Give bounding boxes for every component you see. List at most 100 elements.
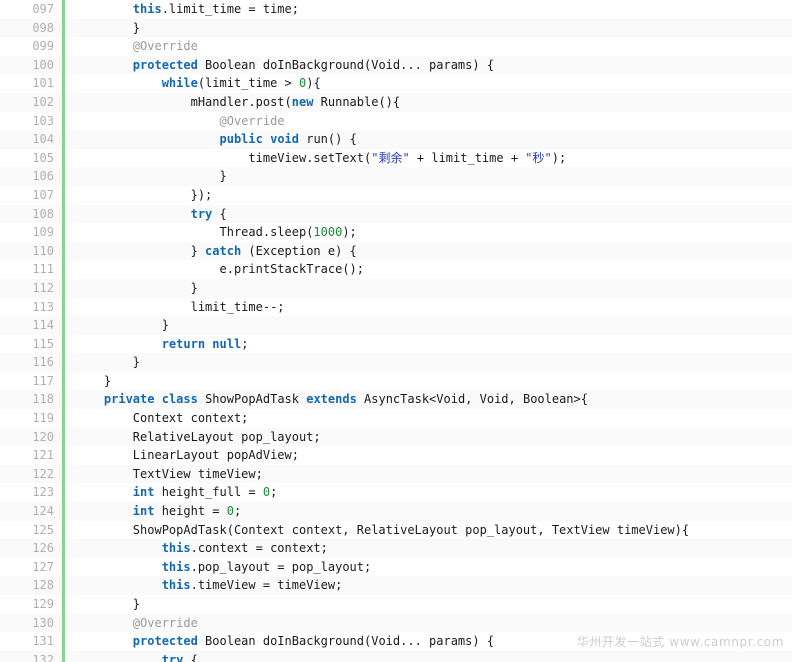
line-content[interactable]: } (63, 316, 792, 335)
token-plain: ShowPopAdTask (197, 392, 307, 407)
token-plain: } (75, 169, 227, 184)
line-number: 112 (0, 278, 65, 298)
token-num: 1000 (313, 225, 343, 240)
line-content[interactable]: protected Boolean doInBackground(Void...… (63, 632, 792, 651)
line-content[interactable]: this.pop_layout = pop_layout; (63, 557, 792, 577)
token-plain: Boolean doInBackground(Void... params) { (197, 57, 495, 72)
token-plain: ShowPopAdTask(Context context, RelativeL… (75, 522, 690, 537)
code-line: 107 }); (0, 185, 792, 205)
line-content[interactable]: } (63, 371, 792, 391)
code-line: 124 int height = 0; (0, 502, 792, 521)
line-number: 103 (0, 111, 65, 131)
code-line: 097 this.limit_time = time; (0, 0, 792, 19)
line-content[interactable]: int height_full = 0; (63, 483, 792, 503)
code-line: 113 limit_time--; (0, 297, 792, 317)
token-plain: ; (241, 336, 249, 351)
code-line: 104 public void run() { (0, 130, 792, 149)
token-plain: Thread.sleep( (75, 225, 314, 240)
line-number: 132 (0, 650, 65, 662)
token-str: "秒" (525, 150, 552, 165)
line-content[interactable]: this.context = context; (63, 539, 792, 558)
token-kw: extends (306, 392, 357, 407)
code-line: 099 @Override (0, 37, 792, 56)
line-content[interactable]: e.printStackTrace(); (63, 260, 792, 279)
code-line: 115 return null; (0, 334, 792, 354)
line-number: 114 (0, 316, 65, 335)
line-content[interactable]: TextView timeView; (63, 464, 792, 484)
token-plain: } (75, 318, 169, 333)
line-content[interactable]: Context context; (63, 409, 792, 428)
code-line: 123 int height_full = 0; (0, 483, 792, 503)
code-line: 122 TextView timeView; (0, 464, 792, 484)
code-line: 119 Context context; (0, 409, 792, 428)
line-content[interactable]: @Override (63, 37, 792, 56)
line-content[interactable]: }); (63, 185, 792, 205)
line-content[interactable]: private class ShowPopAdTask extends Asyn… (63, 390, 792, 410)
token-plain: + limit_time + (409, 150, 526, 165)
line-content[interactable]: public void run() { (63, 130, 792, 149)
token-plain: timeView.setText( (75, 150, 372, 165)
line-content[interactable]: @Override (63, 613, 792, 633)
line-content[interactable]: try { (63, 650, 792, 662)
token-kw: public (219, 132, 263, 147)
line-content[interactable]: this.timeView = timeView; (63, 576, 792, 595)
line-number: 116 (0, 353, 65, 372)
line-number: 128 (0, 576, 65, 595)
line-content[interactable]: int height = 0; (63, 502, 792, 521)
token-plain: LinearLayout popAdView; (75, 448, 299, 463)
line-content[interactable]: RelativeLayout pop_layout; (63, 427, 792, 447)
line-content[interactable]: Thread.sleep(1000); (63, 223, 792, 242)
line-number: 131 (0, 632, 65, 651)
token-plain: e.printStackTrace(); (75, 262, 365, 277)
line-number: 110 (0, 241, 65, 261)
token-plain: ; (233, 504, 242, 519)
line-content[interactable]: this.limit_time = time; (63, 0, 792, 19)
token-kw: while (161, 76, 198, 91)
code-line: 105 timeView.setText("剩余" + limit_time +… (0, 148, 792, 168)
line-content[interactable]: while(limit_time > 0){ (63, 74, 792, 93)
code-line: 106 } (0, 167, 792, 186)
token-kw: protected (132, 57, 198, 72)
code-line: 110 } catch (Exception e) { (0, 241, 792, 261)
line-number: 119 (0, 409, 65, 428)
token-plain: limit_time--; (75, 299, 285, 314)
token-plain: ){ (306, 76, 321, 91)
token-plain: ); (551, 150, 567, 165)
line-content[interactable]: } (63, 18, 792, 38)
code-line: 109 Thread.sleep(1000); (0, 223, 792, 242)
code-lines-container: 097 this.limit_time = time; 098 } 099 @Ove… (0, 0, 792, 662)
line-content[interactable]: LinearLayout popAdView; (63, 446, 792, 465)
line-number: 122 (0, 464, 65, 484)
line-content[interactable]: } (63, 167, 792, 186)
line-content[interactable]: } catch (Exception e) { (63, 241, 792, 261)
code-viewer[interactable]: 097 this.limit_time = time; 098 } 099 @Ove… (0, 0, 792, 662)
line-content[interactable]: } (63, 353, 792, 372)
line-content[interactable]: } (63, 278, 792, 298)
line-content[interactable]: ShowPopAdTask(Context context, RelativeL… (63, 520, 792, 540)
line-content[interactable]: mHandler.post(new Runnable(){ (63, 92, 792, 112)
token-plain: TextView timeView; (75, 466, 263, 481)
token-plain: } (75, 373, 112, 388)
token-kw: null (212, 336, 242, 351)
line-number: 098 (0, 18, 65, 38)
line-content[interactable]: } (63, 595, 792, 614)
code-line: 101 while(limit_time > 0){ (0, 74, 792, 93)
line-number: 115 (0, 334, 65, 354)
token-kw: try (161, 652, 184, 662)
token-kw: catch (205, 243, 242, 258)
line-number: 102 (0, 92, 65, 112)
token-kw: class (161, 392, 198, 407)
line-content[interactable]: return null; (63, 334, 792, 354)
line-content[interactable]: timeView.setText("剩余" + limit_time + "秒"… (63, 148, 792, 168)
line-content[interactable]: protected Boolean doInBackground(Void...… (63, 55, 792, 75)
line-number: 123 (0, 483, 65, 503)
line-content[interactable]: limit_time--; (63, 297, 792, 317)
line-content[interactable]: try { (63, 204, 792, 224)
line-content[interactable]: @Override (63, 111, 792, 131)
